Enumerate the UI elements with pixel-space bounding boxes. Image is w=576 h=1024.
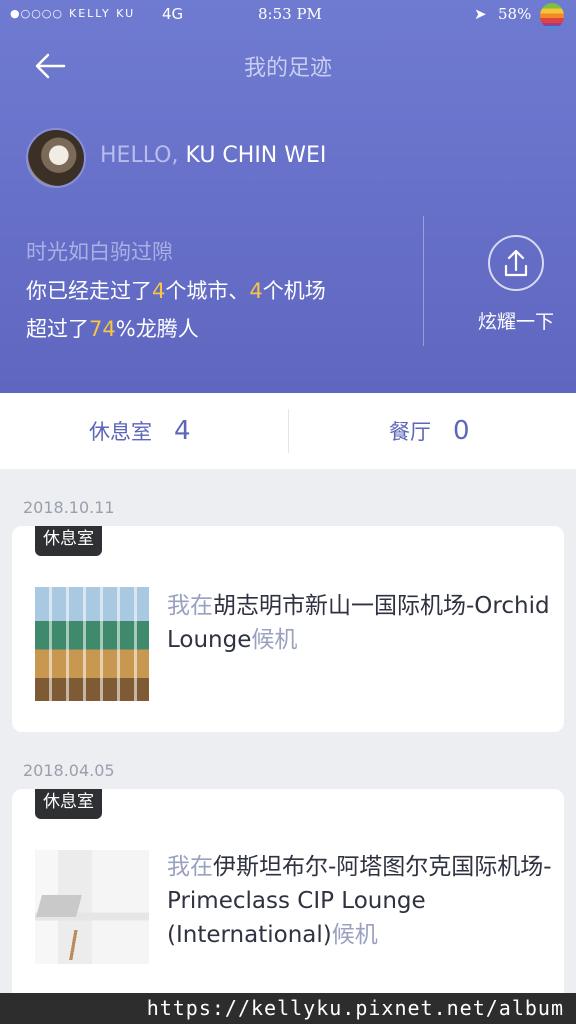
- greeting-prefix: HELLO,: [100, 143, 179, 168]
- page-title: 我的足迹: [243, 56, 332, 81]
- stats-divider: [288, 409, 289, 453]
- percent-value: 74: [89, 317, 116, 341]
- avatar[interactable]: [26, 128, 86, 188]
- summary-text: 个城市、: [165, 279, 250, 303]
- share-label[interactable]: 炫耀一下: [478, 307, 554, 334]
- share-button[interactable]: [488, 235, 544, 291]
- entry-suffix: 候机: [331, 922, 378, 948]
- entry-date: 2018.10.11: [23, 498, 115, 517]
- entry-date: 2018.04.05: [23, 761, 115, 780]
- stats-bar: 休息室 4 餐厅 0: [0, 393, 576, 469]
- location-arrow-icon: ➤: [474, 5, 487, 23]
- category-tag: 休息室: [35, 526, 102, 556]
- footprint-card[interactable]: 休息室 我在伊斯坦布尔-阿塔图尔克国际机场-Primeclass CIP Lou…: [12, 789, 564, 1009]
- carrier: ●○○○○ KELLY KU: [10, 7, 135, 20]
- restaurant-stat-tab[interactable]: 餐厅 0: [389, 393, 470, 469]
- status-bar: ●○○○○ KELLY KU 4G 8:53 PM ➤ 58%: [0, 0, 576, 32]
- watermark-bar: https://kellyku.pixnet.net/album: [0, 993, 576, 1024]
- summary-text: 你已经走过了: [26, 279, 152, 303]
- signal-dots: ●○○○○: [10, 7, 63, 20]
- table-legs-shape: [45, 930, 105, 960]
- travel-summary-line: 你已经走过了4个城市、4个机场: [26, 275, 326, 305]
- entry-description: 我在伊斯坦布尔-阿塔图尔克国际机场-Primeclass CIP Lounge …: [167, 850, 552, 952]
- restaurant-label: 餐厅: [389, 420, 431, 444]
- carrier-name: KELLY KU: [69, 7, 136, 20]
- entry-description: 我在胡志明市新山一国际机场-Orchid Lounge候机: [167, 589, 552, 657]
- share-upload-icon: [504, 249, 528, 277]
- summary-text: %龙腾人: [115, 317, 199, 341]
- restaurant-count: 0: [453, 416, 470, 446]
- summary-text: 个机场: [262, 279, 326, 303]
- entry-suffix: 候机: [251, 627, 298, 653]
- laptop-shape: [36, 895, 82, 917]
- lounge-photo: [35, 850, 149, 964]
- status-time: 8:53 PM: [258, 5, 322, 23]
- lounge-stat-tab[interactable]: 休息室 4: [89, 393, 191, 469]
- battery-percent: 58%: [498, 5, 532, 23]
- user-name: KU CHIN WEI: [185, 143, 327, 168]
- entry-place: 胡志明市新山一国际机场-Orchid Lounge: [167, 593, 550, 653]
- lounge-count: 4: [174, 416, 191, 446]
- entry-prefix: 我在: [167, 854, 213, 880]
- greeting: HELLO, KU CHIN WEI: [100, 143, 326, 168]
- network-type: 4G: [162, 5, 184, 23]
- vertical-divider: [423, 216, 424, 346]
- slogan: 时光如白驹过隙: [26, 240, 173, 264]
- city-count: 4: [152, 279, 166, 303]
- profile-header: ●○○○○ KELLY KU 4G 8:53 PM ➤ 58% 我的足迹 HELL…: [0, 0, 576, 393]
- airport-count: 4: [249, 279, 263, 303]
- footprint-card[interactable]: 休息室 我在胡志明市新山一国际机场-Orchid Lounge候机: [12, 526, 564, 732]
- category-tag: 休息室: [35, 789, 102, 819]
- entry-prefix: 我在: [167, 593, 213, 619]
- ranking-line: 超过了74%龙腾人: [26, 313, 199, 343]
- apple-logo-icon: [540, 3, 564, 29]
- lounge-label: 休息室: [89, 420, 152, 444]
- lounge-photo: [35, 587, 149, 701]
- summary-text: 超过了: [26, 317, 89, 341]
